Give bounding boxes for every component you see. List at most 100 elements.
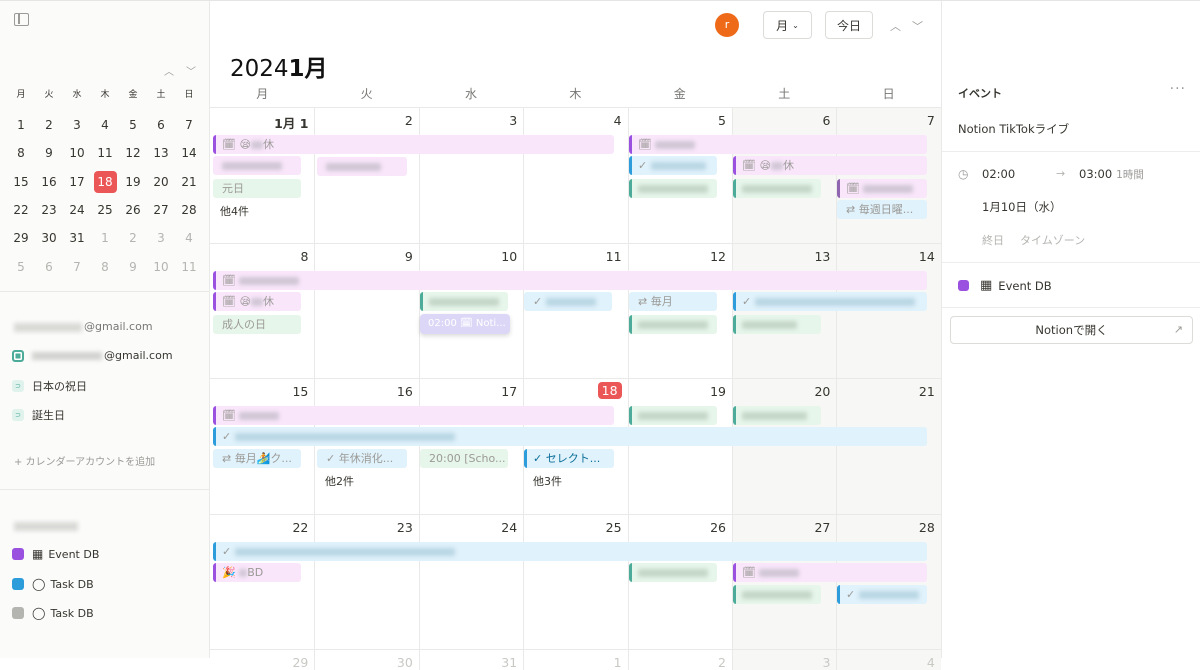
event-chip[interactable] <box>629 406 717 425</box>
event-chip[interactable]: ✓ <box>733 291 927 311</box>
event-chip[interactable]: ✓ セレクト... <box>524 449 614 468</box>
open-in-notion-button[interactable]: Notionで開く ↗ <box>950 316 1193 344</box>
mini-next-month-icon[interactable]: ﹀ <box>186 63 196 78</box>
day-cell[interactable]: 23 <box>314 514 418 650</box>
day-cell[interactable]: 24 <box>418 514 523 650</box>
prev-month-icon[interactable]: ︿ <box>890 18 901 34</box>
day-cell[interactable]: 20 <box>732 379 837 515</box>
mini-day[interactable]: 3 <box>63 118 91 132</box>
mini-day[interactable]: 7 <box>175 118 203 132</box>
mini-day[interactable]: 1 <box>91 231 119 245</box>
event-chip[interactable]: 🗓 😪 休 <box>213 135 614 154</box>
day-cell[interactable]: 3 <box>418 108 523 244</box>
mini-day[interactable]: 26 <box>119 203 147 217</box>
checkbox-icon[interactable] <box>12 548 24 560</box>
event-chip[interactable]: 🎉 BD <box>213 562 301 582</box>
event-chip[interactable] <box>733 406 821 425</box>
mini-day[interactable]: 15 <box>7 175 35 189</box>
calendar-item-gmail[interactable]: @gmail.com <box>12 349 173 362</box>
event-chip[interactable] <box>733 179 821 198</box>
mini-day[interactable]: 30 <box>35 231 63 245</box>
event-chip[interactable]: ✓ <box>213 541 927 561</box>
day-cell[interactable]: 1 <box>523 650 627 670</box>
event-chip[interactable]: 🗓 <box>733 562 927 582</box>
event-chip[interactable]: ✓ <box>837 584 927 604</box>
mini-day[interactable]: 6 <box>147 118 175 132</box>
mini-day[interactable]: 18 <box>91 170 119 193</box>
day-cell[interactable]: 21 <box>836 379 941 515</box>
day-cell[interactable]: 13 <box>732 243 837 379</box>
mini-day[interactable]: 5 <box>7 260 35 274</box>
day-cell[interactable]: 31 <box>418 650 523 670</box>
event-chip[interactable]: 🗓 <box>837 179 927 198</box>
mini-day[interactable]: 23 <box>35 203 63 217</box>
more-events-link[interactable]: 他3件 <box>533 473 562 489</box>
next-month-icon[interactable]: ﹀ <box>912 18 923 34</box>
event-chip[interactable]: 🗓 <box>629 135 927 154</box>
day-cell[interactable]: 16 <box>314 379 418 515</box>
event-chip[interactable] <box>733 584 821 604</box>
calendar-item-event-db[interactable]: ▦ Event DB <box>12 547 99 561</box>
day-cell[interactable]: 29 <box>210 650 314 670</box>
day-cell[interactable]: 28 <box>836 514 941 650</box>
mini-day[interactable]: 8 <box>7 146 35 160</box>
mini-day[interactable]: 22 <box>7 203 35 217</box>
event-chip[interactable] <box>213 156 301 175</box>
event-chip[interactable] <box>629 179 717 198</box>
day-cell[interactable]: 4 <box>523 108 627 244</box>
event-chip[interactable]: ⇄ 毎週日曜... <box>837 200 927 219</box>
day-cell[interactable]: 25 <box>523 514 627 650</box>
day-cell[interactable]: 1月 1 <box>210 108 314 244</box>
event-chip[interactable] <box>629 562 717 582</box>
mini-day[interactable]: 11 <box>91 146 119 160</box>
mini-day[interactable]: 8 <box>91 260 119 274</box>
mini-day[interactable]: 12 <box>119 146 147 160</box>
day-cell[interactable]: 17 <box>418 379 523 515</box>
day-cell[interactable]: 12 <box>627 243 732 379</box>
start-time[interactable]: 02:00 <box>982 167 1015 181</box>
event-chip[interactable] <box>420 291 508 311</box>
mini-day[interactable]: 1 <box>7 118 35 132</box>
checkbox-icon[interactable] <box>12 578 24 590</box>
event-chip[interactable] <box>629 314 717 334</box>
more-events-link[interactable]: 他4件 <box>220 203 249 219</box>
day-cell[interactable]: 7 <box>836 108 941 244</box>
event-chip[interactable]: 🗓 <box>213 270 927 290</box>
event-chip[interactable]: 🗓 <box>213 406 614 425</box>
checkbox-icon[interactable] <box>12 607 24 619</box>
day-cell[interactable]: 11 <box>523 243 627 379</box>
day-cell[interactable]: 22 <box>210 515 314 651</box>
mini-day[interactable]: 19 <box>119 175 147 189</box>
day-cell[interactable]: 26 <box>627 514 732 650</box>
day-cell[interactable]: 9 <box>314 243 418 379</box>
day-cell[interactable]: 8 <box>210 244 314 380</box>
event-chip[interactable]: ✓ 年休消化... <box>317 449 407 468</box>
mini-day[interactable]: 24 <box>63 203 91 217</box>
day-cell[interactable]: 5 <box>627 108 732 244</box>
avatar[interactable]: r <box>715 13 739 37</box>
mini-day[interactable]: 4 <box>175 231 203 245</box>
mini-day[interactable]: 6 <box>35 260 63 274</box>
checkbox-icon[interactable] <box>12 349 24 362</box>
mini-day[interactable]: 25 <box>91 203 119 217</box>
day-cell[interactable]: 18 <box>523 379 627 515</box>
view-select-button[interactable]: 月 ⌄ <box>763 11 812 39</box>
day-cell[interactable]: 15 <box>210 379 314 515</box>
calendar-item-task-db[interactable]: ◯ Task DB <box>12 577 94 591</box>
event-database[interactable]: ▦ Event DB <box>958 278 1052 293</box>
event-chip[interactable]: 20:00 [Scho... <box>420 449 508 468</box>
mini-prev-month-icon[interactable]: ︿ <box>164 63 174 78</box>
event-chip[interactable]: ✓ <box>213 427 927 446</box>
day-cell[interactable]: 14 <box>836 243 941 379</box>
event-chip[interactable]: ⇄ 毎月 <box>629 291 717 311</box>
event-chip[interactable]: ⇄ 毎月🏄ク... <box>213 449 301 468</box>
today-button[interactable]: 今日 <box>825 11 873 39</box>
mini-day[interactable]: 4 <box>91 118 119 132</box>
mini-day[interactable]: 10 <box>63 146 91 160</box>
day-cell[interactable]: 30 <box>314 650 418 670</box>
event-chip[interactable] <box>733 314 821 334</box>
day-cell[interactable]: 4 <box>836 650 941 670</box>
mini-day[interactable]: 21 <box>175 175 203 189</box>
mini-day[interactable]: 14 <box>175 146 203 160</box>
day-cell[interactable]: 19 <box>627 379 732 515</box>
